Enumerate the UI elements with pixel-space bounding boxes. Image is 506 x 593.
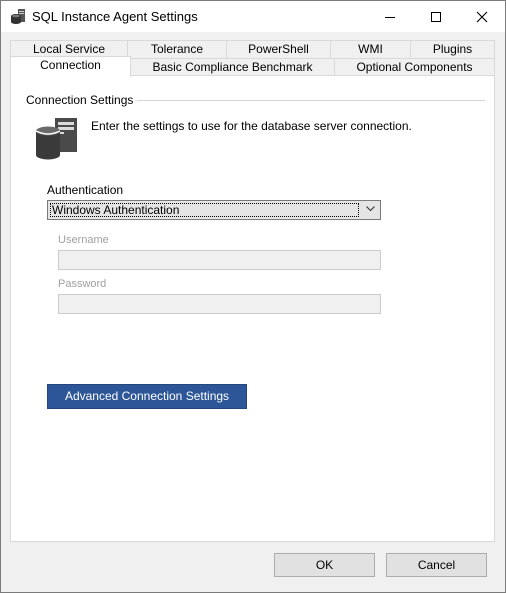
minimize-button[interactable]: [367, 1, 413, 32]
advanced-connection-settings-button[interactable]: Advanced Connection Settings: [47, 384, 247, 409]
tab-plugins[interactable]: Plugins: [410, 40, 495, 58]
tab-optional-components[interactable]: Optional Components: [334, 58, 495, 76]
cancel-button[interactable]: Cancel: [386, 553, 487, 577]
username-label: Username: [58, 234, 109, 246]
authentication-label: Authentication: [47, 183, 124, 197]
connection-panel: Connection Settings Enter the settings t…: [10, 75, 495, 542]
close-icon: [476, 11, 488, 22]
minimize-icon: [385, 16, 395, 18]
dialog-window: SQL Instance Agent Settings Local Servic…: [0, 0, 506, 593]
authentication-selected-value: Windows Authentication: [50, 203, 359, 217]
app-icon: [11, 9, 25, 24]
password-label: Password: [58, 278, 107, 290]
chevron-down-icon: [366, 206, 375, 212]
authentication-select[interactable]: Windows Authentication: [47, 200, 381, 220]
username-field[interactable]: [58, 250, 381, 270]
password-field[interactable]: [58, 294, 381, 314]
maximize-icon: [431, 11, 441, 22]
tab-basic-compliance-benchmark[interactable]: Basic Compliance Benchmark: [130, 58, 335, 76]
group-divider: [131, 100, 485, 101]
tab-wmi[interactable]: WMI: [330, 40, 411, 58]
close-button[interactable]: [459, 1, 505, 32]
connection-settings-group-label: Connection Settings: [26, 93, 138, 107]
title-bar: SQL Instance Agent Settings: [1, 1, 505, 32]
ok-button[interactable]: OK: [274, 553, 375, 577]
connection-intro-text: Enter the settings to use for the databa…: [91, 119, 412, 133]
tab-powershell[interactable]: PowerShell: [226, 40, 331, 58]
database-server-icon: [35, 118, 77, 160]
window-title: SQL Instance Agent Settings: [32, 9, 198, 24]
tab-connection[interactable]: Connection: [10, 56, 131, 77]
tab-tolerance[interactable]: Tolerance: [127, 40, 227, 58]
maximize-button[interactable]: [413, 1, 459, 32]
